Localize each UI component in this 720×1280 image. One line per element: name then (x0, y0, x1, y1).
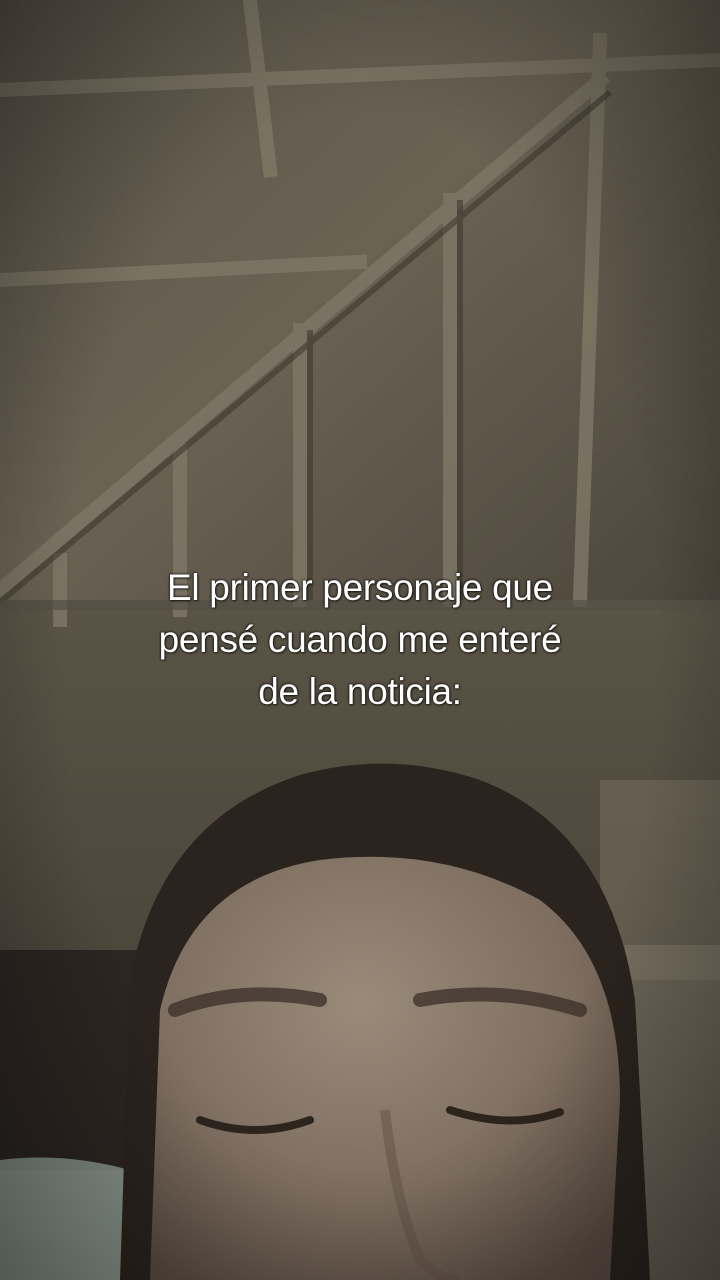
caption-line-2: pensé cuando me enteré (158, 619, 562, 660)
caption-line-3: de la noticia: (258, 671, 462, 712)
video-frame: El primer personaje que pensé cuando me … (0, 0, 720, 1280)
video-caption: El primer personaje que pensé cuando me … (60, 562, 660, 718)
caption-line-1: El primer personaje que (167, 567, 553, 608)
